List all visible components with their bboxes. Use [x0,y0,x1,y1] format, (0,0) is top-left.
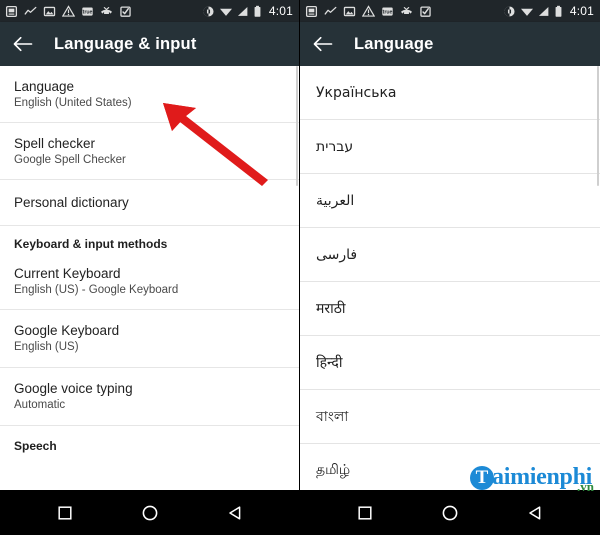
wifi-icon [520,5,533,18]
missed-call-icon [400,5,413,18]
section-header-keyboard-input-methods: Keyboard & input methods [0,226,299,256]
language-label: Українська [316,84,397,101]
language-list[interactable]: Українська עברית العربية فارسی मराठी हिन… [300,66,600,490]
list-item-ukrainian[interactable]: Українська [300,66,600,120]
warning-triangle-icon [62,4,75,18]
list-item-subtitle: English (US) [14,341,79,353]
checklist-clipboard-icon [419,5,432,18]
list-item-arabic[interactable]: العربية [300,174,600,228]
right-phone-screen: true 4:01 Language Українська עברית العر… [300,0,600,535]
vibrate-mode-icon [202,5,215,18]
list-item-title: Google voice typing [14,381,133,396]
image-icon [43,5,56,18]
activity-graph-icon [24,5,37,18]
list-item-subtitle: English (United States) [14,97,132,109]
sim-card-icon [5,5,18,18]
language-label: हिन्दी [316,355,343,371]
language-label: বাংলা [316,408,349,425]
language-label: मराठी [316,301,346,317]
dual-screenshot: true 4:01 Language & input Language Engl… [0,0,600,535]
list-item-title: Language [14,79,75,94]
nav-bar-right [300,490,600,535]
cell-signal-icon [236,5,249,18]
back-arrow-icon[interactable] [300,22,346,66]
wifi-icon [219,5,232,18]
status-bar-clock: 4:01 [569,4,594,18]
activity-graph-icon [324,5,337,18]
list-item-personal-dictionary[interactable]: Personal dictionary [0,180,299,226]
scrollbar-left[interactable] [296,66,298,186]
language-label: தமிழ் [316,461,351,478]
status-bar-left-icons: true [5,4,202,18]
svg-text:true: true [83,9,93,15]
warning-triangle-icon [362,4,375,18]
nav-bar-left [0,490,299,535]
list-item-google-keyboard[interactable]: Google Keyboard English (US) [0,309,299,368]
true-badge-icon: true [381,5,394,18]
checklist-clipboard-icon [119,5,132,18]
status-bar-clock: 4:01 [268,4,293,18]
list-item-current-keyboard[interactable]: Current Keyboard English (US) - Google K… [0,256,299,309]
true-badge-icon: true [81,5,94,18]
recents-button[interactable] [344,490,386,535]
settings-list[interactable]: Language English (United States) Spell c… [0,66,299,490]
list-item-tamil[interactable]: தமிழ் [300,444,600,490]
language-label: עברית [316,138,354,155]
language-label: العربية [316,192,355,209]
list-item-marathi[interactable]: मराठी [300,282,600,336]
status-bar-left-icons: true [305,4,503,18]
list-item-persian[interactable]: فارسی [300,228,600,282]
battery-icon [253,5,266,18]
list-item-language[interactable]: Language English (United States) [0,66,299,123]
back-button[interactable] [214,490,256,535]
vibrate-mode-icon [503,5,516,18]
svg-text:true: true [383,9,393,15]
language-label: فارسی [316,246,358,263]
list-item-spell-checker[interactable]: Spell checker Google Spell Checker [0,123,299,180]
status-bar-right-icons [503,5,567,18]
list-item-hebrew[interactable]: עברית [300,120,600,174]
missed-call-icon [100,5,113,18]
status-bar-right: true 4:01 [300,0,600,22]
list-item-title: Personal dictionary [14,195,129,210]
app-bar-right: Language [300,22,600,66]
scrollbar-right[interactable] [597,66,599,186]
app-bar-left: Language & input [0,22,299,66]
page-title: Language & input [54,34,197,53]
status-bar-right-icons [202,5,266,18]
home-button[interactable] [129,490,171,535]
status-bar-left: true 4:01 [0,0,299,22]
list-item-title: Current Keyboard [14,266,121,281]
recents-button[interactable] [44,490,86,535]
left-phone-screen: true 4:01 Language & input Language Engl… [0,0,300,535]
back-button[interactable] [514,490,556,535]
list-item-google-voice-typing[interactable]: Google voice typing Automatic [0,368,299,426]
back-arrow-icon[interactable] [0,22,46,66]
list-item-hindi[interactable]: हिन्दी [300,336,600,390]
page-title: Language [354,34,434,53]
list-item-title: Spell checker [14,136,96,151]
list-item-subtitle: English (US) - Google Keyboard [14,284,179,296]
section-header-speech: Speech [0,426,299,458]
list-item-title: Google Keyboard [14,323,120,338]
list-item-subtitle: Automatic [14,399,66,411]
image-icon [343,5,356,18]
home-button[interactable] [429,490,471,535]
battery-icon [554,5,567,18]
cell-signal-icon [537,5,550,18]
list-item-subtitle: Google Spell Checker [14,154,126,166]
list-item-bengali[interactable]: বাংলা [300,390,600,444]
sim-card-icon [305,5,318,18]
